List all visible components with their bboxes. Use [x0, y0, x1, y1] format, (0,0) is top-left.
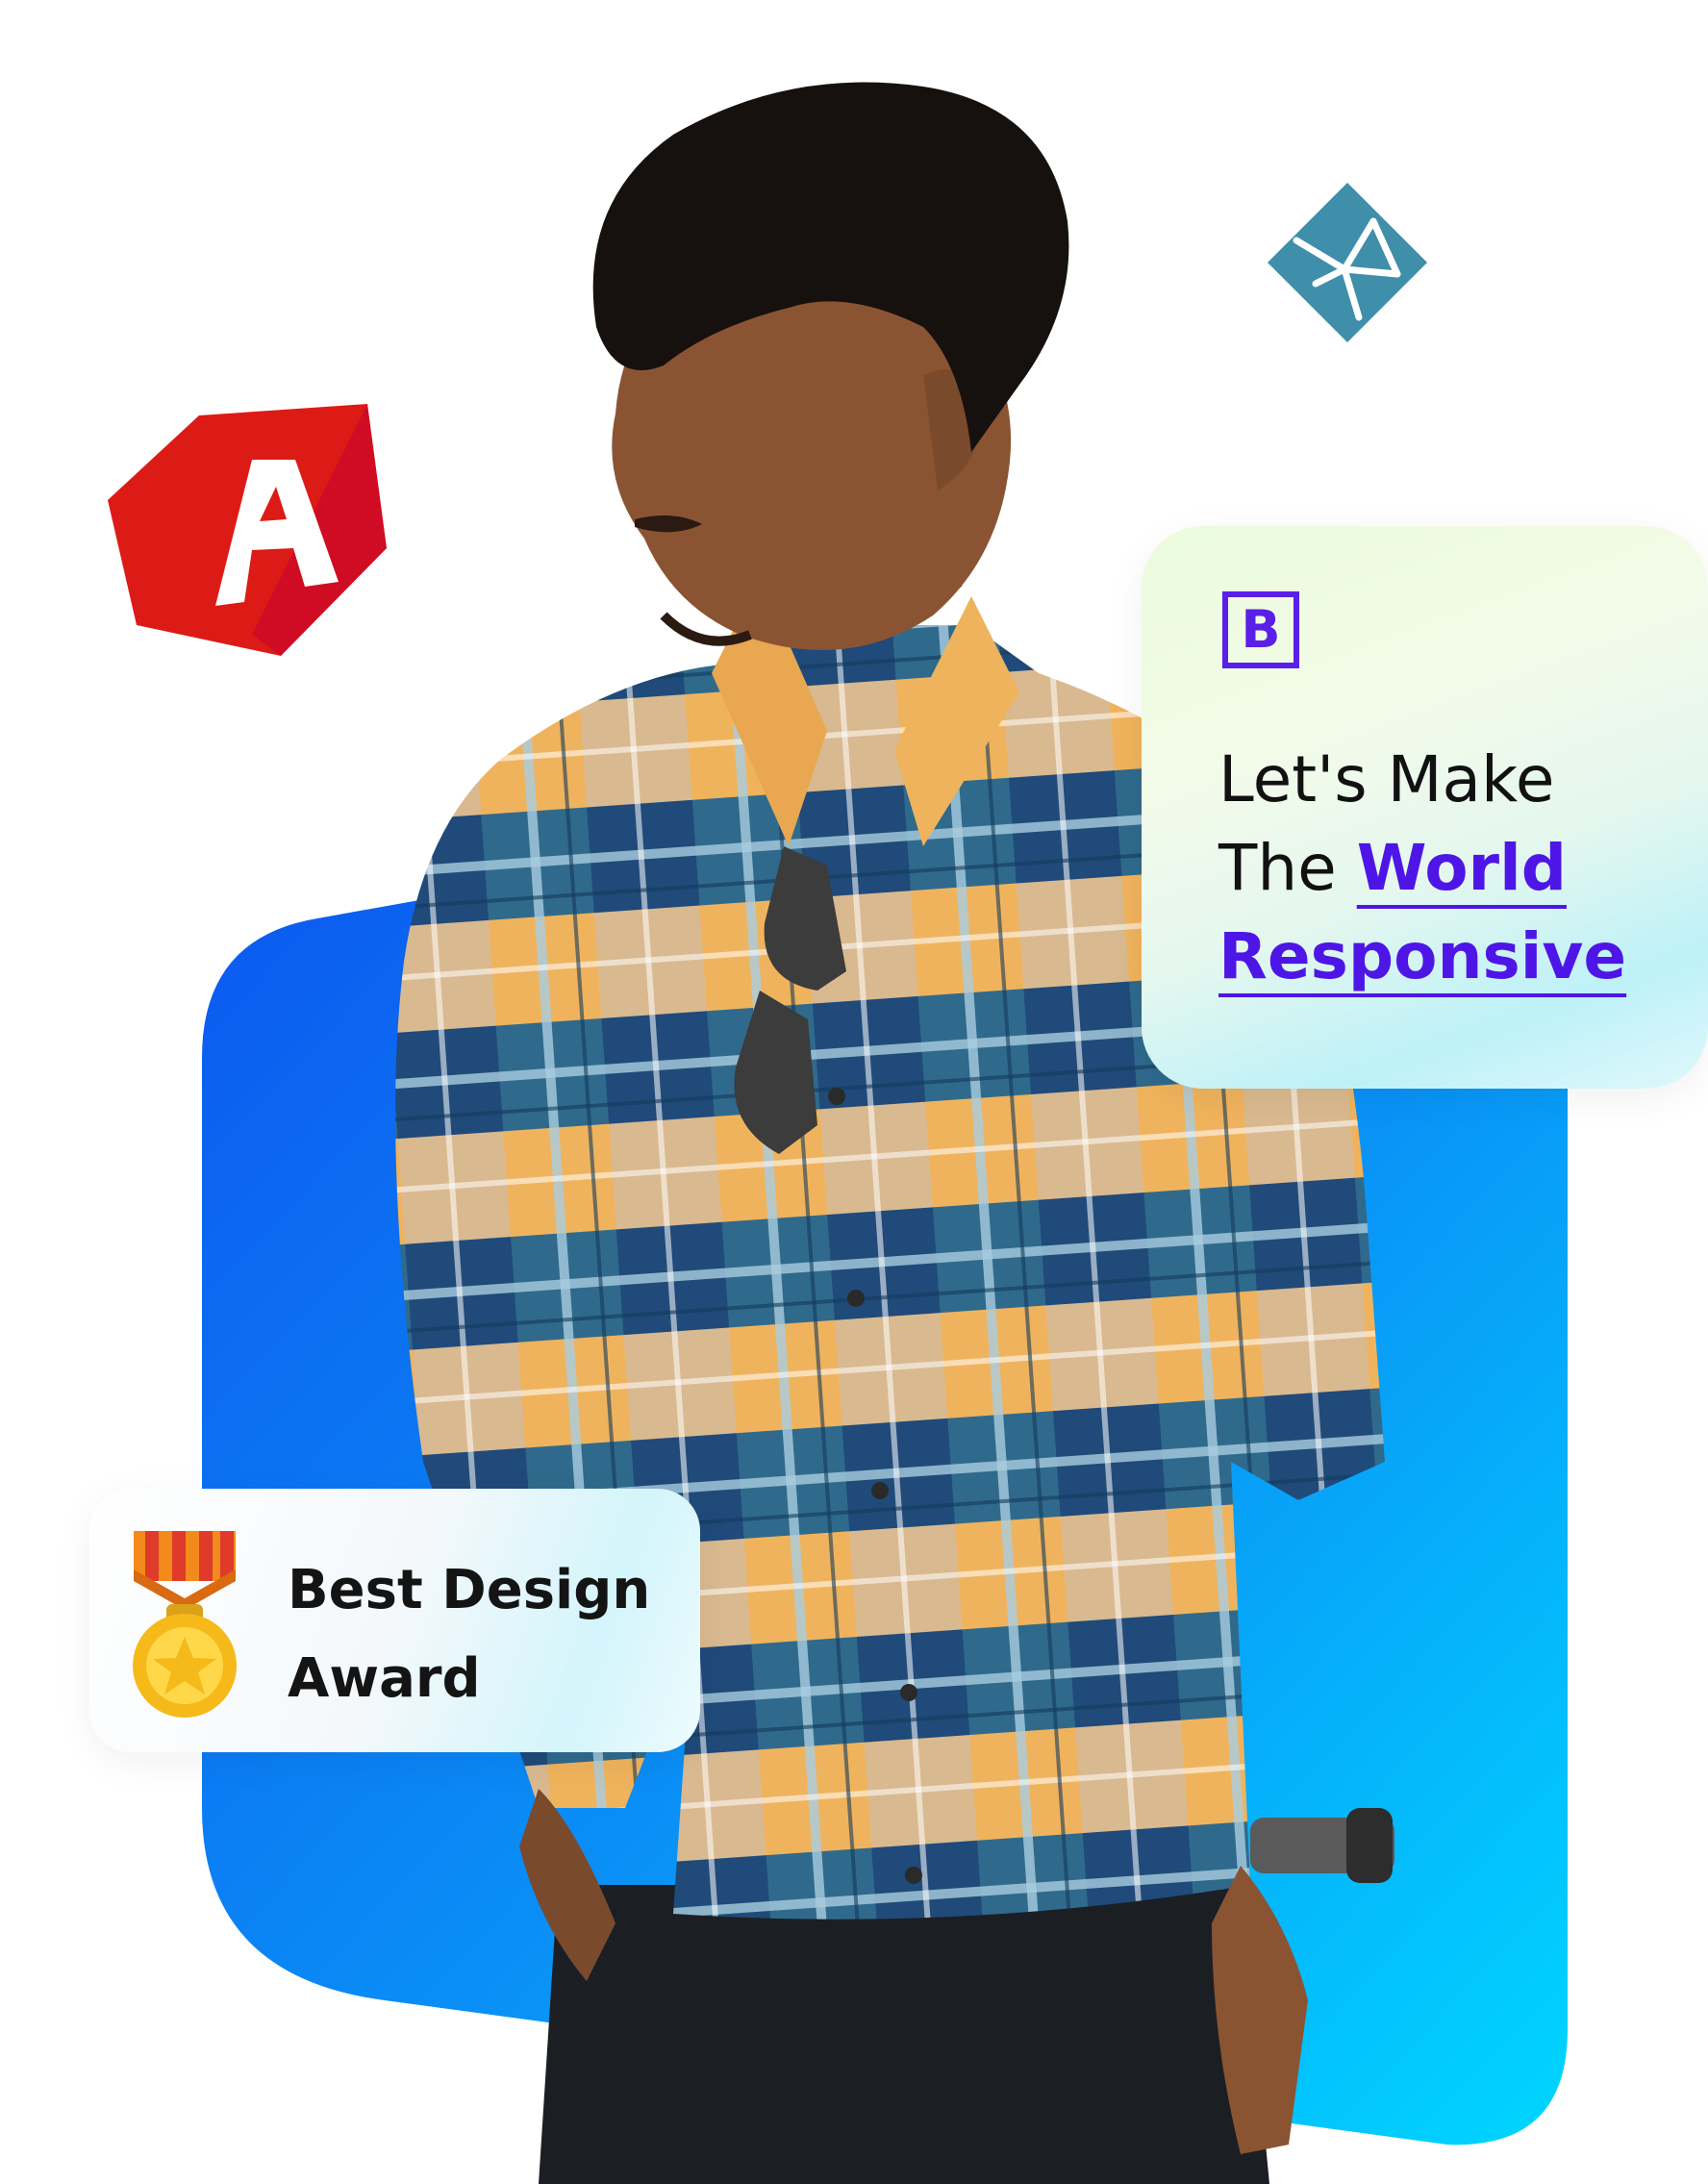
tagline-line-3: Responsive [1218, 913, 1680, 1001]
award-title: Best Design Award [288, 1546, 650, 1723]
tagline-highlight-responsive: Responsive [1218, 919, 1627, 993]
tagline-highlight-world: World [1356, 831, 1567, 905]
person-photo [395, 82, 1394, 2184]
responsive-tagline: Let's Make The World Responsive [1218, 736, 1680, 1001]
angular-logo-icon [108, 404, 387, 656]
award-line-1: Best Design [288, 1559, 651, 1621]
award-line-2: Award [288, 1647, 481, 1710]
tagline-line-2: The World [1218, 824, 1680, 913]
tagline-prefix: The [1218, 831, 1337, 905]
bootstrap-logo-icon: B [1222, 591, 1299, 668]
responsive-card: B Let's Make The World Responsive [1142, 526, 1708, 1089]
netlify-logo-icon [1268, 183, 1427, 342]
tagline-line-1: Let's Make [1218, 742, 1555, 816]
medal-icon [133, 1531, 237, 1718]
award-card: Best Design Award [89, 1489, 700, 1752]
